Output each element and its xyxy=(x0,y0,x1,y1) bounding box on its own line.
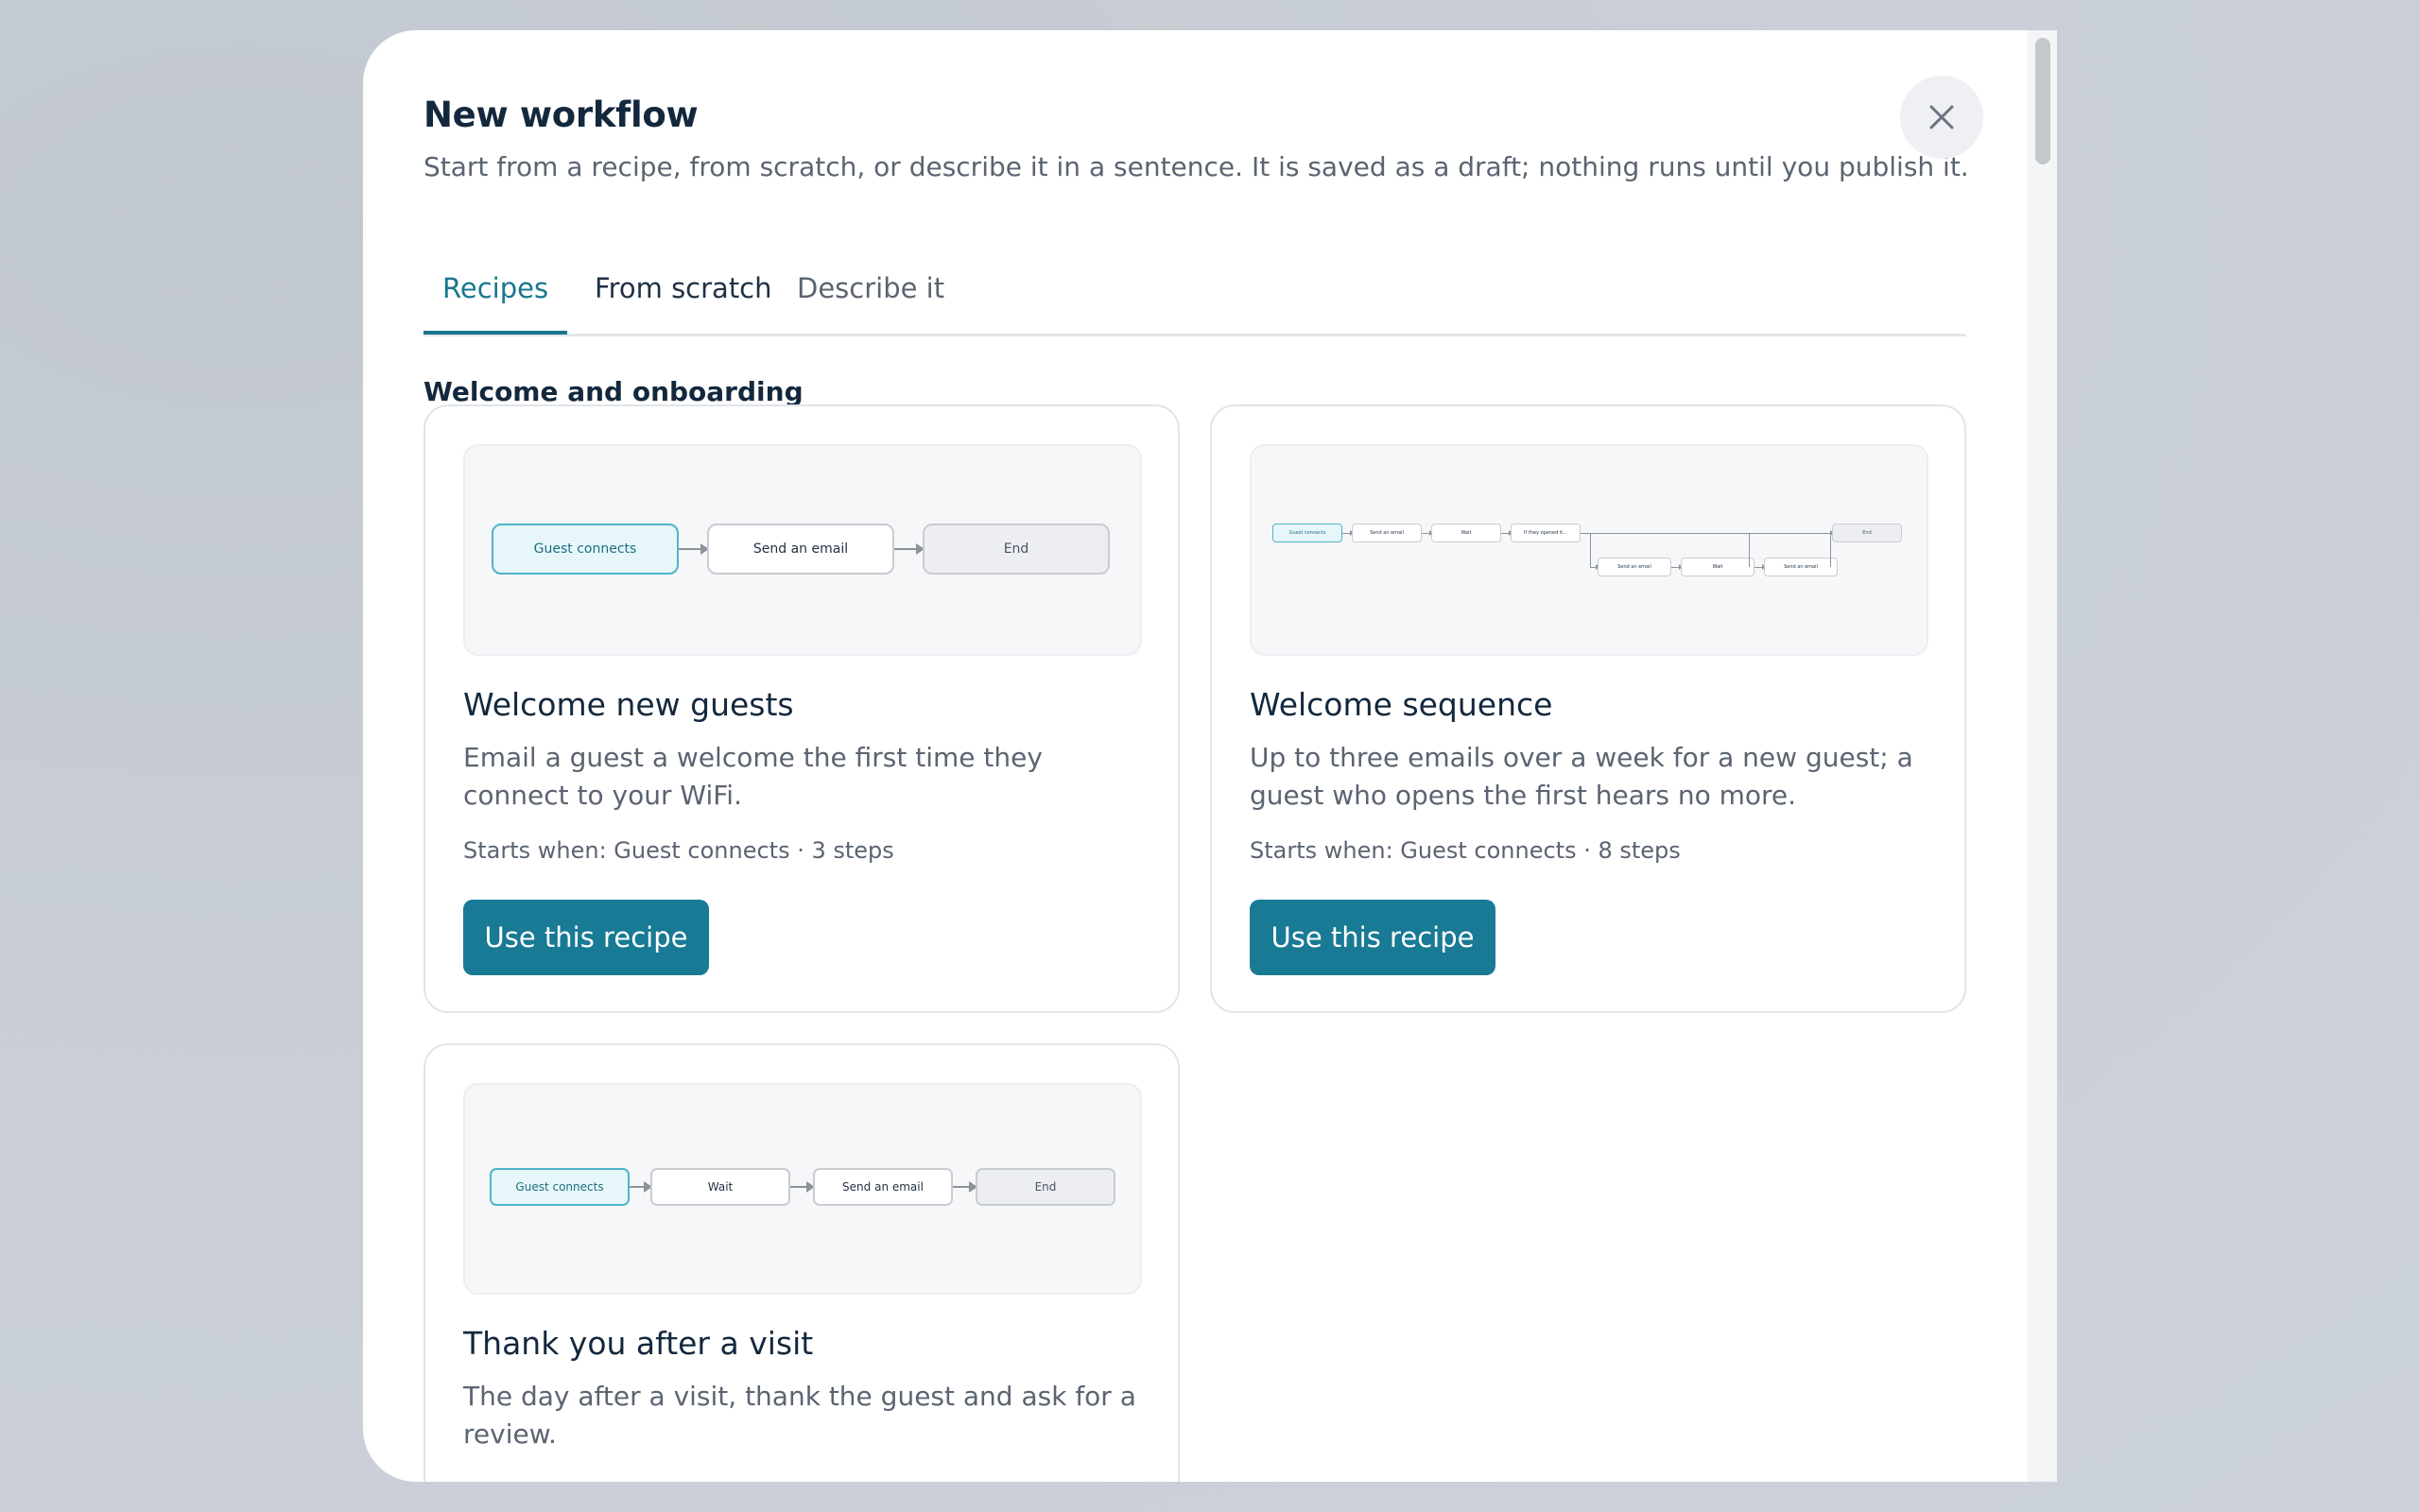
diagram-node: End xyxy=(923,524,1110,575)
diagram-node: Send an email xyxy=(1598,558,1671,576)
scrollbar-track[interactable] xyxy=(2027,30,2057,1482)
diagram-arrow xyxy=(630,1181,652,1193)
recipe-title: Welcome sequence xyxy=(1250,686,1553,723)
recipe-meta: Starts when: Guest connects · 3 steps xyxy=(463,837,894,864)
diagram-node: Send an email xyxy=(1352,524,1422,542)
diagram-node: Wait xyxy=(1431,524,1501,542)
diagram-arrow xyxy=(1501,530,1512,536)
close-icon xyxy=(1929,105,1954,129)
scrollbar-thumb[interactable] xyxy=(2035,38,2050,164)
diagram-node: Wait xyxy=(650,1168,790,1206)
tab-recipes[interactable]: Recipes xyxy=(424,272,568,335)
diagram-arrow xyxy=(1590,564,1599,570)
recipe-title: Welcome new guests xyxy=(463,686,794,723)
tab-bar: Recipes From scratch Describe it xyxy=(424,248,1966,336)
diagram-connector xyxy=(1749,533,1750,567)
diagram-node: Send an email xyxy=(813,1168,953,1206)
diagram-connector xyxy=(1830,533,1831,567)
recipe-card-welcome-new-guests: Guest connects Send an email End Welcome… xyxy=(424,404,1180,1013)
diagram-connector xyxy=(1581,533,1830,534)
diagram-node: End xyxy=(1832,524,1902,542)
diagram-node: Guest connects xyxy=(1272,524,1342,542)
use-recipe-button[interactable]: Use this recipe xyxy=(463,900,709,975)
workflow-preview: Guest connects Send an email Wait If the… xyxy=(1250,444,1928,656)
section-title: Welcome and onboarding xyxy=(424,376,804,407)
diagram-arrow xyxy=(790,1181,815,1193)
tab-describe-it[interactable]: Describe it xyxy=(778,272,963,335)
recipe-card-welcome-sequence: Guest connects Send an email Wait If the… xyxy=(1210,404,1966,1013)
recipe-card-thank-you-after-visit: Guest connects Wait Send an email End Th… xyxy=(424,1043,1180,1482)
diagram-arrow xyxy=(1422,530,1433,536)
recipe-title: Thank you after a visit xyxy=(463,1325,814,1362)
recipe-description: The day after a visit, thank the guest a… xyxy=(463,1381,1136,1450)
recipe-description: Email a guest a welcome the first time t… xyxy=(463,742,1043,811)
diagram-node: Guest connects xyxy=(490,1168,630,1206)
diagram-arrow xyxy=(894,543,925,555)
diagram-arrow xyxy=(1754,564,1766,570)
new-workflow-dialog: New workflow Start from a recipe, from s… xyxy=(363,30,2057,1482)
use-recipe-button[interactable]: Use this recipe xyxy=(1250,900,1495,975)
diagram-node: End xyxy=(976,1168,1115,1206)
diagram-arrow xyxy=(679,543,709,555)
recipe-description: Up to three emails over a week for a new… xyxy=(1250,742,1913,811)
workflow-preview: Guest connects Send an email End xyxy=(463,444,1142,656)
close-button[interactable] xyxy=(1900,76,1983,159)
diagram-node: Guest connects xyxy=(492,524,679,575)
workflow-preview: Guest connects Wait Send an email End xyxy=(463,1083,1142,1295)
diagram-node: Send an email xyxy=(707,524,894,575)
tab-from-scratch[interactable]: From scratch xyxy=(576,272,791,335)
diagram-arrow xyxy=(1671,564,1683,570)
dialog-subtitle: Start from a recipe, from scratch, or de… xyxy=(424,151,1969,182)
dialog-title: New workflow xyxy=(424,94,699,135)
diagram-node: Send an email xyxy=(1764,558,1838,576)
diagram-node: Wait xyxy=(1681,558,1754,576)
recipe-meta: Starts when: Guest connects · 8 steps xyxy=(1250,837,1681,864)
diagram-node: If they opened it... xyxy=(1511,524,1581,542)
diagram-arrow xyxy=(953,1181,977,1193)
diagram-connector xyxy=(1590,533,1591,567)
diagram-arrow xyxy=(1342,530,1354,536)
